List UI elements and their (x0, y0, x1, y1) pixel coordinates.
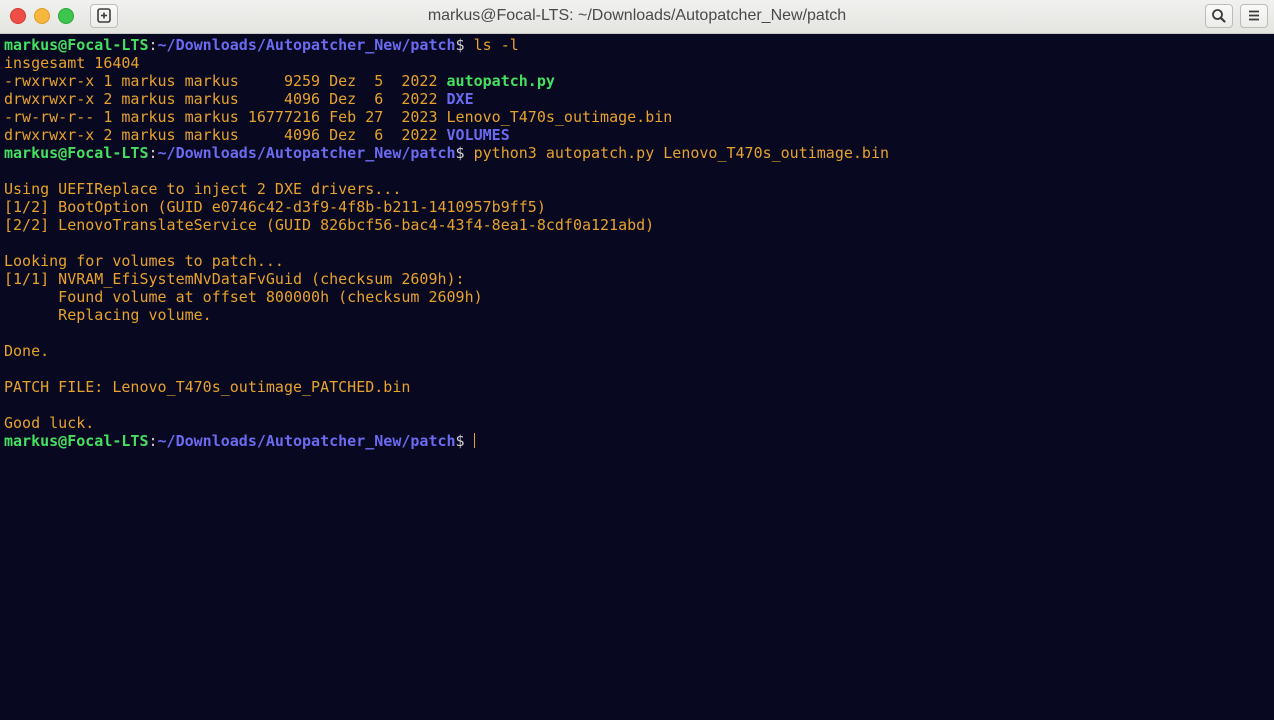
listing-row: drwxrwxr-x 2 markus markus 4096 Dez 6 20… (4, 90, 1274, 108)
new-tab-button[interactable] (90, 4, 118, 28)
prompt-dollar: $ (455, 432, 474, 450)
output-line: Using UEFIReplace to inject 2 DXE driver… (4, 180, 402, 198)
listing-row: drwxrwxr-x 2 markus markus 4096 Dez 6 20… (4, 126, 1274, 144)
prompt-colon: : (148, 144, 158, 162)
command-text: python3 autopatch.py Lenovo_T470s_outima… (473, 144, 890, 162)
output-line: Done. (4, 342, 50, 360)
output-line: [1/1] NVRAM_EfiSystemNvDataFvGuid (check… (4, 270, 465, 288)
prompt-user: markus@Focal-LTS (4, 432, 149, 450)
output-line: PATCH FILE: Lenovo_T470s_outimage_PATCHE… (4, 378, 411, 396)
terminal-output[interactable]: markus@Focal-LTS:~/Downloads/Autopatcher… (0, 36, 1274, 720)
prompt-colon: : (148, 432, 158, 450)
file-name: autopatch.py (446, 72, 555, 90)
prompt-path: ~/Downloads/Autopatcher_New/patch (157, 432, 456, 450)
menu-button[interactable] (1240, 4, 1268, 28)
prompt-line: markus@Focal-LTS:~/Downloads/Autopatcher… (4, 36, 1274, 54)
search-button[interactable] (1205, 4, 1233, 28)
prompt-line: markus@Focal-LTS:~/Downloads/Autopatcher… (4, 432, 1274, 450)
prompt-path: ~/Downloads/Autopatcher_New/patch (157, 144, 456, 162)
output-line: [1/2] BootOption (GUID e0746c42-d3f9-4f8… (4, 198, 546, 216)
new-tab-icon (97, 8, 111, 23)
command-text: ls -l (473, 36, 519, 54)
search-icon (1212, 9, 1226, 23)
file-name: DXE (446, 90, 474, 108)
file-meta: -rw-rw-r-- 1 markus markus 16777216 Feb … (4, 108, 447, 126)
output-line: Good luck. (4, 414, 95, 432)
output-line: [2/2] LenovoTranslateService (GUID 826bc… (4, 216, 655, 234)
hamburger-menu-icon (1249, 10, 1259, 21)
listing-row: -rw-rw-r-- 1 markus markus 16777216 Feb … (4, 108, 1274, 126)
prompt-colon: : (148, 36, 158, 54)
text-cursor (473, 433, 475, 448)
prompt-dollar: $ (455, 144, 474, 162)
file-meta: -rwxrwxr-x 1 markus markus 9259 Dez 5 20… (4, 72, 447, 90)
title-bar[interactable]: markus@Focal-LTS: ~/Downloads/Autopatche… (0, 0, 1274, 34)
file-meta: drwxrwxr-x 2 markus markus 4096 Dez 6 20… (4, 90, 447, 108)
terminal-window: markus@Focal-LTS: ~/Downloads/Autopatche… (0, 0, 1274, 720)
output-line: Replacing volume. (4, 306, 212, 324)
listing-total: insgesamt 16404 (4, 54, 140, 72)
prompt-line: markus@Focal-LTS:~/Downloads/Autopatcher… (4, 144, 1274, 162)
output-line: Looking for volumes to patch... (4, 252, 284, 270)
window-title: markus@Focal-LTS: ~/Downloads/Autopatche… (427, 7, 847, 24)
output-line: Found volume at offset 800000h (checksum… (4, 288, 483, 306)
file-meta: drwxrwxr-x 2 markus markus 4096 Dez 6 20… (4, 126, 447, 144)
listing-row: -rwxrwxr-x 1 markus markus 9259 Dez 5 20… (4, 72, 1274, 90)
prompt-dollar: $ (455, 36, 474, 54)
prompt-user: markus@Focal-LTS (4, 144, 149, 162)
prompt-user: markus@Focal-LTS (4, 36, 149, 54)
file-name: Lenovo_T470s_outimage.bin (446, 108, 673, 126)
file-name: VOLUMES (446, 126, 510, 144)
prompt-path: ~/Downloads/Autopatcher_New/patch (157, 36, 456, 54)
